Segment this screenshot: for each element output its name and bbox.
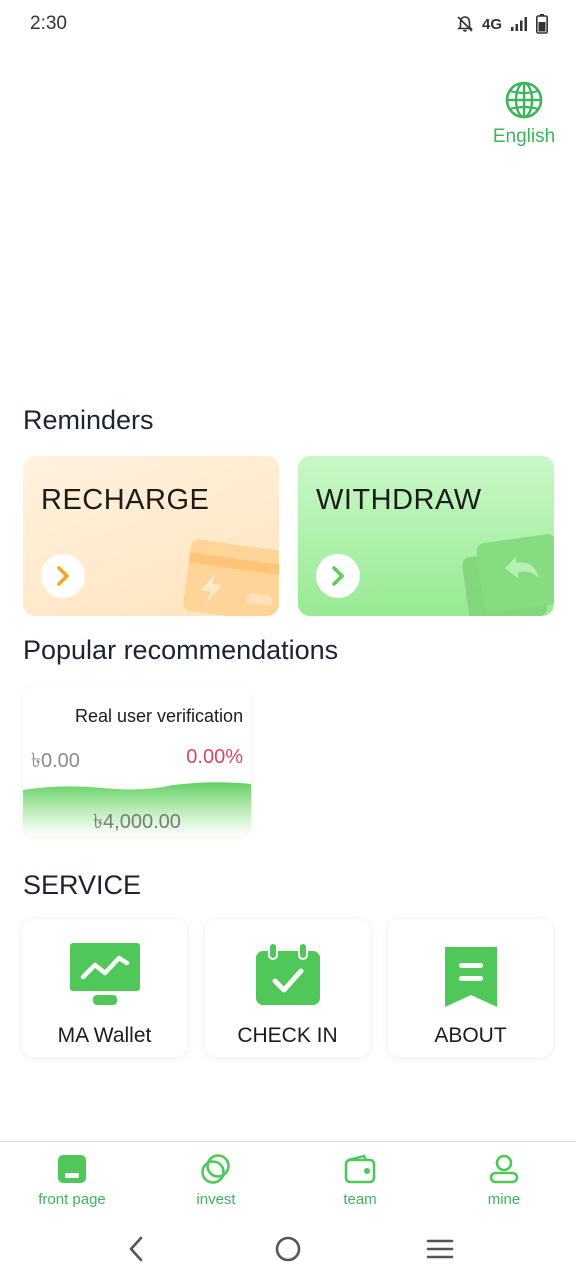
network-type: 4G <box>481 15 502 33</box>
system-back-button[interactable] <box>106 1229 166 1269</box>
globe-icon <box>505 81 543 119</box>
calendar-check-icon <box>255 943 320 1005</box>
service-title: SERVICE <box>23 870 142 900</box>
recharge-label: RECHARGE <box>41 484 210 516</box>
system-nav-bar <box>0 1217 576 1280</box>
reminders-title: Reminders <box>23 405 154 435</box>
bookmark-doc-icon <box>444 947 497 1007</box>
tab-team-label: team <box>343 1191 377 1208</box>
menu-icon <box>426 1239 454 1258</box>
back-icon <box>129 1236 143 1261</box>
service-ma-wallet[interactable]: MA Wallet <box>22 919 187 1057</box>
card-lightning-icon <box>183 539 279 616</box>
tab-front-page[interactable]: front page <box>0 1142 144 1217</box>
status-time: 2:30 <box>30 13 67 34</box>
tab-front-page-label: front page <box>38 1191 106 1208</box>
product-amount: ৳4,000.00 <box>93 811 181 833</box>
product-name: Real user verification <box>75 706 244 726</box>
system-menu-button[interactable] <box>410 1229 470 1269</box>
tab-invest[interactable]: invest <box>144 1142 288 1217</box>
service-ma-wallet-label: MA Wallet <box>57 1024 152 1047</box>
withdraw-arrow-button[interactable] <box>316 554 360 598</box>
bottom-tab-bar: front page invest team mine <box>0 1141 576 1217</box>
chevron-right-icon <box>57 566 69 586</box>
tab-invest-label: invest <box>196 1191 236 1208</box>
wallet-icon <box>344 1154 376 1184</box>
language-switch[interactable]: English <box>492 80 556 148</box>
coins-icon <box>201 1154 230 1184</box>
service-about-label: ABOUT <box>434 1024 507 1047</box>
tab-team[interactable]: team <box>288 1142 432 1217</box>
withdraw-label: WITHDRAW <box>316 484 482 516</box>
status-bar: 2:30 4G <box>0 0 576 48</box>
recharge-arrow-button[interactable] <box>41 554 85 598</box>
signal-icon <box>511 17 527 31</box>
battery-icon <box>536 14 548 34</box>
product-price: ৳0.00 <box>31 750 80 772</box>
monitor-chart-icon <box>69 943 140 1005</box>
popular-title: Popular recommendations <box>23 635 339 665</box>
tab-mine[interactable]: mine <box>432 1142 576 1217</box>
system-home-button[interactable] <box>258 1229 318 1269</box>
chevron-right-icon <box>332 566 344 586</box>
home-screen: 2:30 4G English Reminders RECHARGE WITHD… <box>0 0 576 1280</box>
home-circle-icon <box>275 1236 301 1261</box>
language-label: English <box>492 126 556 147</box>
recharge-card[interactable]: RECHARGE <box>23 456 279 616</box>
status-icons: 4G <box>456 14 548 34</box>
user-icon <box>489 1154 519 1184</box>
card-return-icon <box>462 534 554 616</box>
product-card[interactable]: Real user verification ৳0.00 0.00% ৳4,00… <box>23 686 251 836</box>
home-icon <box>58 1155 86 1183</box>
service-check-in-label: CHECK IN <box>237 1024 338 1047</box>
product-rate: 0.00% <box>186 746 243 768</box>
service-about[interactable]: ABOUT <box>388 919 553 1057</box>
service-check-in[interactable]: CHECK IN <box>205 919 370 1057</box>
tab-mine-label: mine <box>487 1191 521 1208</box>
withdraw-card[interactable]: WITHDRAW <box>298 456 554 616</box>
bell-off-icon <box>457 16 473 32</box>
